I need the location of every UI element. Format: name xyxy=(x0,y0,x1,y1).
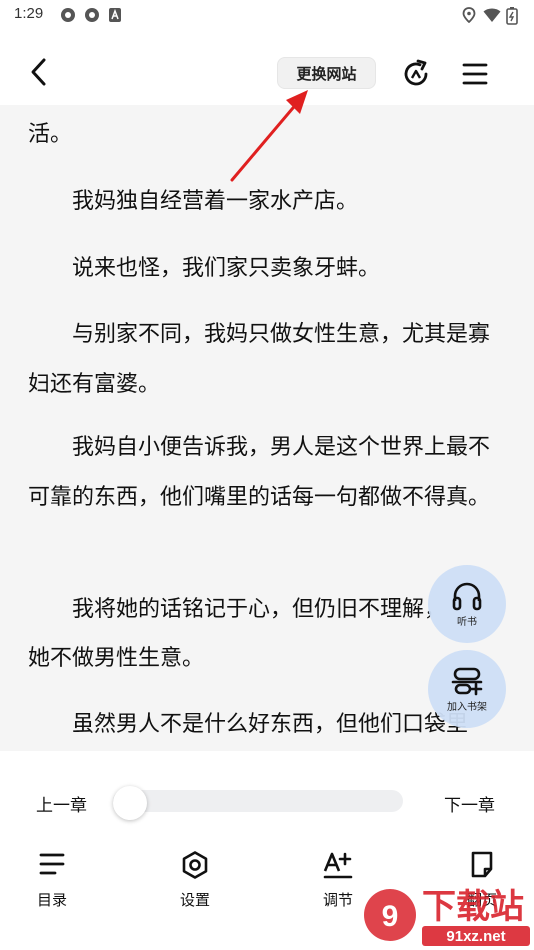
tab-catalog[interactable]: 目录 xyxy=(12,851,92,911)
app-notification-icon xyxy=(85,8,99,22)
list-icon xyxy=(39,853,65,875)
add-to-shelf-label: 加入书架 xyxy=(447,701,487,713)
status-time: 1:29 xyxy=(14,5,44,22)
settings-icon xyxy=(182,851,208,879)
next-chapter-button[interactable]: 下一章 xyxy=(444,791,495,816)
tab-settings[interactable]: 设置 xyxy=(155,851,235,911)
text-paragraph: 我妈独自经营着一家水产店。 xyxy=(28,189,359,214)
tab-catalog-label: 目录 xyxy=(36,891,67,909)
tab-page-turn[interactable]: 翻页 xyxy=(442,851,522,911)
text-paragraph: 说来也怪，我们家只卖象牙蚌。 xyxy=(28,256,381,281)
tab-adjust-label: 调节 xyxy=(322,891,353,909)
page-turn-icon xyxy=(471,851,493,878)
listen-book-button[interactable]: 听书 xyxy=(428,565,506,643)
tab-page-turn-label: 翻页 xyxy=(466,891,497,909)
add-to-shelf-icon xyxy=(451,667,483,695)
refresh-button[interactable] xyxy=(400,58,432,90)
battery-icon xyxy=(506,7,518,25)
text-paragraph: 我妈自小便告诉我，男人是这个世界上最不可靠的东西，他们嘴里的话每一句都做不得真。 xyxy=(28,435,491,510)
font-adjust-icon xyxy=(323,852,353,879)
add-to-shelf-button[interactable]: 加入书架 xyxy=(428,650,506,728)
text-paragraph: 与别家不同，我妈只做女性生意，尤其是寡妇还有富婆。 xyxy=(28,322,491,397)
hamburger-menu-icon xyxy=(462,63,488,85)
headphones-icon xyxy=(452,582,482,610)
text-paragraph: 活。 xyxy=(28,122,73,147)
text-notification-icon xyxy=(109,8,121,22)
app-notification-icon xyxy=(61,8,75,22)
chevron-left-icon xyxy=(31,58,46,86)
menu-button[interactable] xyxy=(461,60,489,88)
slider-thumb[interactable] xyxy=(113,786,147,820)
reader-bottom-panel: 上一章 下一章 目录 设置 调节 翻页 xyxy=(0,751,534,950)
tab-adjust[interactable]: 调节 xyxy=(298,851,378,911)
tab-settings-label: 设置 xyxy=(179,891,210,909)
prev-chapter-button[interactable]: 上一章 xyxy=(36,791,87,816)
status-bar: 1:29 xyxy=(0,0,534,30)
change-site-button[interactable]: 更换网站 xyxy=(277,57,376,89)
chapter-progress-slider[interactable] xyxy=(113,790,403,812)
location-icon xyxy=(462,7,476,23)
back-button[interactable] xyxy=(24,54,56,90)
reader-top-bar: 更换网站 xyxy=(0,30,534,105)
wifi-icon xyxy=(483,8,501,22)
refresh-icon xyxy=(404,59,428,86)
listen-book-label: 听书 xyxy=(457,616,477,628)
